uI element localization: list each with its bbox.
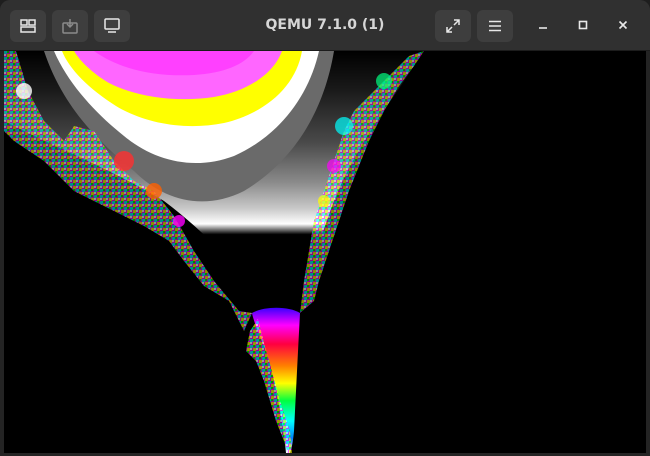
minimize-icon	[539, 27, 547, 29]
mandelbrot-fractal-image	[4, 51, 646, 453]
vm-display[interactable]	[4, 51, 646, 453]
tabs-overview-button[interactable]	[10, 10, 46, 42]
window-title: QEMU 7.1.0 (1)	[265, 17, 385, 33]
maximize-button[interactable]	[571, 13, 595, 37]
close-button[interactable]	[611, 13, 635, 37]
hamburger-menu-icon	[489, 20, 501, 32]
minimize-button[interactable]	[531, 13, 555, 37]
qemu-window: QEMU 7.1.0 (1)	[0, 0, 650, 456]
display-monitor-icon	[104, 18, 120, 33]
close-icon	[618, 20, 628, 30]
tabs-overview-icon	[20, 19, 36, 33]
send-keys-icon	[62, 19, 78, 34]
display-monitor-button[interactable]	[94, 10, 130, 42]
fullscreen-icon	[446, 19, 460, 33]
maximize-icon	[578, 20, 588, 30]
main-menu-button[interactable]	[477, 10, 513, 42]
title-bar[interactable]: QEMU 7.1.0 (1)	[0, 0, 650, 51]
fullscreen-button[interactable]	[435, 10, 471, 42]
send-keys-button[interactable]	[52, 10, 88, 42]
